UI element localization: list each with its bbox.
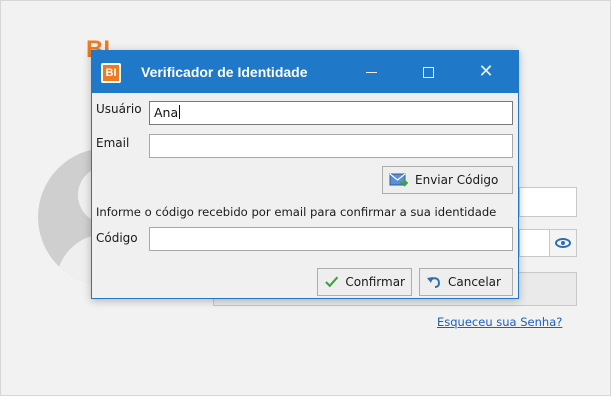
minimize-button[interactable] xyxy=(348,51,394,93)
minimize-icon xyxy=(365,71,377,73)
login-user-input[interactable] xyxy=(519,187,577,217)
show-password-button[interactable] xyxy=(549,229,577,257)
codigo-field[interactable] xyxy=(149,227,513,251)
send-email-icon xyxy=(389,173,409,187)
undo-icon xyxy=(427,277,441,288)
send-code-label: Enviar Código xyxy=(415,173,499,187)
usuario-value: Ana xyxy=(154,105,179,120)
email-field[interactable] xyxy=(149,134,513,158)
confirm-label: Confirmar xyxy=(345,275,405,289)
send-code-button[interactable]: Enviar Código xyxy=(382,166,513,194)
cancel-label: Cancelar xyxy=(448,275,501,289)
info-label: Informe o código recebido por email para… xyxy=(96,205,497,219)
close-button[interactable]: ✕ xyxy=(463,51,509,93)
cancel-button[interactable]: Cancelar xyxy=(419,268,513,296)
checkmark-icon xyxy=(325,276,339,288)
usuario-field[interactable]: Ana xyxy=(149,101,513,125)
close-icon: ✕ xyxy=(478,61,494,82)
identity-verifier-dialog: BI Verificador de Identidade ✕ Usuário A… xyxy=(91,50,519,299)
text-caret xyxy=(179,105,181,119)
forgot-password-link[interactable]: Esqueceu sua Senha? xyxy=(437,315,562,329)
codigo-label: Código xyxy=(96,231,138,245)
dialog-title: Verificador de Identidade xyxy=(141,64,308,80)
usuario-label: Usuário xyxy=(96,102,142,116)
confirm-button[interactable]: Confirmar xyxy=(317,268,412,296)
app-icon: BI xyxy=(101,63,121,83)
login-password-input[interactable] xyxy=(519,229,550,257)
maximize-button[interactable] xyxy=(405,51,451,93)
dialog-titlebar[interactable]: BI Verificador de Identidade ✕ xyxy=(92,51,518,93)
maximize-icon xyxy=(422,66,434,78)
email-label: Email xyxy=(96,136,130,150)
eye-icon xyxy=(555,238,571,248)
